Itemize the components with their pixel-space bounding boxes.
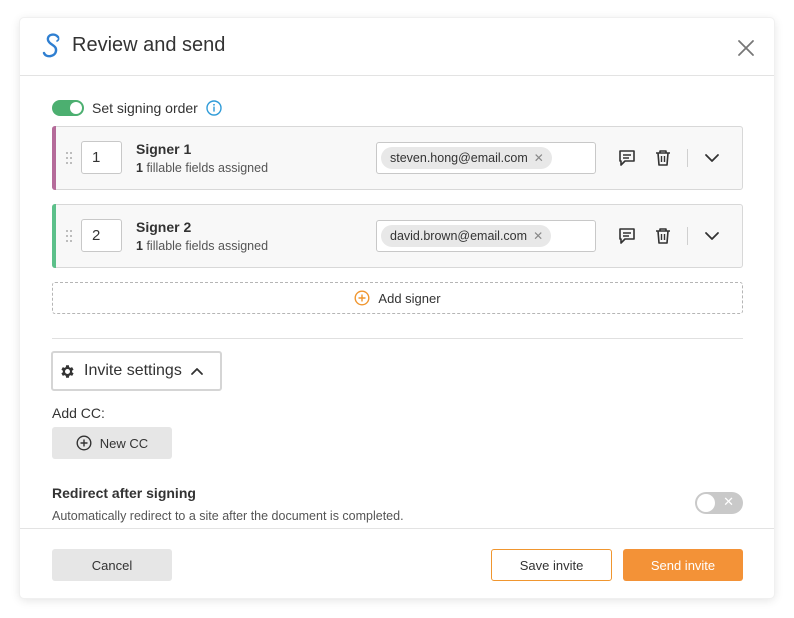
new-cc-label: New CC	[99, 435, 149, 451]
plus-circle-icon	[354, 290, 370, 306]
email-chip-text: steven.hong@email.com	[390, 151, 528, 165]
invite-settings-button[interactable]: Invite settings	[51, 351, 222, 391]
chevron-up-icon	[190, 368, 203, 375]
add-cc-label: Add CC:	[52, 405, 105, 421]
signer-fields-info: 1 fillable fields assigned	[136, 161, 268, 175]
add-signer-label: Add signer	[378, 290, 441, 306]
signer-row: 2 Signer 2 1 fillable fields assigned da…	[52, 204, 743, 268]
divider	[687, 227, 688, 245]
message-icon[interactable]	[618, 227, 636, 245]
review-send-dialog: Review and send Set signing order 1 Sign…	[20, 18, 774, 598]
chevron-down-icon[interactable]	[703, 149, 721, 167]
signer-email-input[interactable]: david.brown@email.com ✕	[376, 220, 596, 252]
redirect-description: Automatically redirect to a site after t…	[52, 509, 404, 523]
message-icon[interactable]	[618, 149, 636, 167]
section-divider	[52, 338, 743, 339]
trash-icon[interactable]	[654, 149, 672, 167]
signer-email-input[interactable]: steven.hong@email.com ✕	[376, 142, 596, 174]
signing-order-toggle[interactable]	[52, 100, 84, 116]
signer-order-input[interactable]: 1	[81, 141, 122, 174]
remove-email-icon[interactable]: ✕	[534, 151, 544, 165]
toggle-off-icon: ✕	[723, 494, 734, 509]
fields-text: fillable fields assigned	[146, 161, 269, 175]
add-signer-button[interactable]: Add signer	[52, 282, 743, 314]
fields-text: fillable fields assigned	[146, 239, 269, 253]
signer-name: Signer 2	[136, 219, 192, 235]
dialog-header: Review and send	[20, 18, 774, 76]
signing-order-label: Set signing order	[92, 100, 198, 116]
dialog-footer: Cancel Save invite Send invite	[20, 528, 774, 598]
email-chip: david.brown@email.com ✕	[381, 225, 552, 247]
signer-fields-info: 1 fillable fields assigned	[136, 239, 268, 253]
new-cc-button[interactable]: New CC	[52, 427, 172, 459]
divider	[687, 149, 688, 167]
signer-color-bar	[52, 204, 56, 268]
trash-icon[interactable]	[654, 227, 672, 245]
invite-settings-label: Invite settings	[84, 362, 182, 379]
script-s-logo	[42, 33, 60, 58]
drag-handle-icon[interactable]	[65, 151, 73, 165]
send-invite-button[interactable]: Send invite	[623, 549, 743, 581]
signer-row: 1 Signer 1 1 fillable fields assigned st…	[52, 126, 743, 190]
remove-email-icon[interactable]: ✕	[533, 229, 543, 243]
signer-name: Signer 1	[136, 141, 192, 157]
close-icon[interactable]	[736, 38, 756, 58]
redirect-toggle[interactable]: ✕	[695, 492, 743, 514]
chevron-down-icon[interactable]	[703, 227, 721, 245]
email-chip: steven.hong@email.com ✕	[381, 147, 552, 169]
toggle-knob	[697, 494, 715, 512]
signer-color-bar	[52, 126, 56, 190]
gear-icon	[61, 364, 74, 378]
save-invite-button[interactable]: Save invite	[491, 549, 612, 581]
drag-handle-icon[interactable]	[65, 229, 73, 243]
signing-order-row: Set signing order	[52, 98, 222, 118]
info-icon[interactable]	[206, 100, 222, 116]
email-chip-text: david.brown@email.com	[390, 229, 528, 243]
redirect-title: Redirect after signing	[52, 485, 196, 501]
fields-count: 1	[136, 239, 143, 253]
fields-count: 1	[136, 161, 143, 175]
dialog-title: Review and send	[72, 34, 226, 56]
signer-order-input[interactable]: 2	[81, 219, 122, 252]
cancel-button[interactable]: Cancel	[52, 549, 172, 581]
plus-circle-icon	[76, 435, 92, 451]
